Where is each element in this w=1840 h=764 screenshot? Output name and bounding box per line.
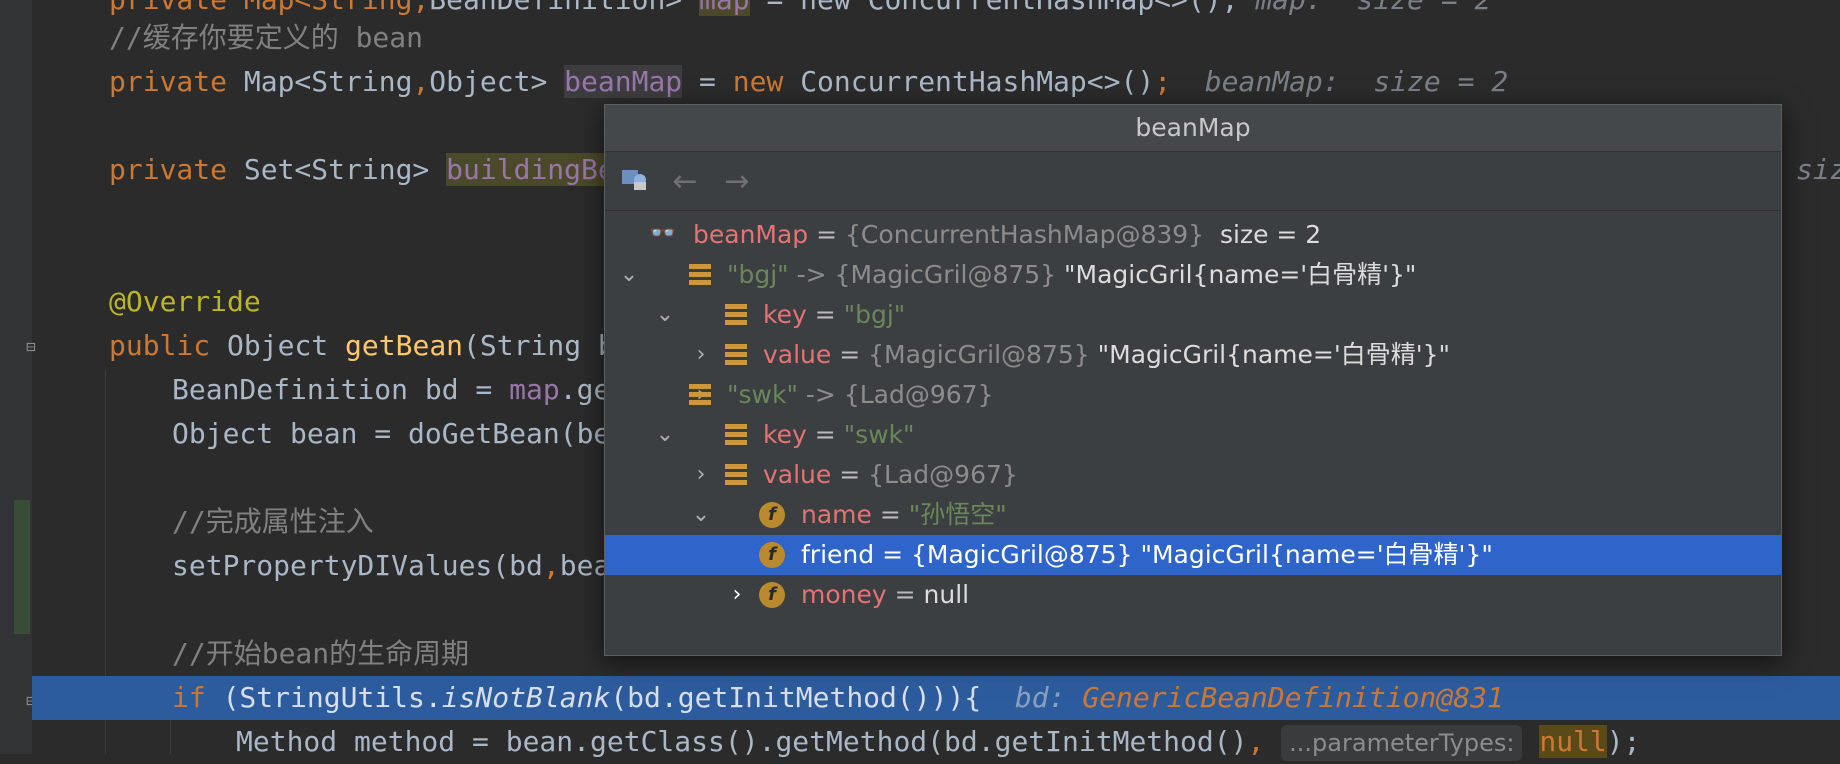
tree-node-field-money[interactable]: f money = null: [605, 575, 1781, 615]
forward-arrow-icon[interactable]: →: [717, 162, 757, 202]
tree-node-beanmap[interactable]: ⌄ 👓 beanMap = {ConcurrentHashMap@839} si…: [605, 215, 1781, 287]
tree-node-field-name[interactable]: › f name = "孙悟空": [605, 495, 1781, 567]
tree-node-entry-swk[interactable]: ⌄ "swk" -> {Lad@967}: [605, 375, 1781, 447]
code-line-method-signature[interactable]: public Object getBean(String be: [109, 324, 632, 368]
field-icon: f: [759, 502, 785, 528]
editor-gutter[interactable]: [0, 0, 32, 754]
back-arrow-icon[interactable]: ←: [665, 162, 705, 202]
tree-node-field-friend-selected[interactable]: › f friend = {MagicGril@875} "MagicGril{…: [605, 535, 1781, 607]
tree-node-value[interactable]: › value = {MagicGril@875} "MagicGril{nam…: [605, 335, 1781, 407]
code-line-comment[interactable]: //缓存你要定义的 bean: [109, 16, 423, 60]
vcs-change-marker[interactable]: [14, 500, 30, 634]
parameter-hint-chip: ...parameterTypes:: [1281, 725, 1523, 761]
navigate-to-icon[interactable]: [615, 162, 655, 202]
tree-node-key[interactable]: › key = "swk": [605, 415, 1781, 487]
debugger-value-popup[interactable]: beanMap ← → ⌄ 👓 beanMap = {ConcurrentHas…: [604, 104, 1782, 656]
code-line[interactable]: private Map<String,Object> beanMap = new…: [109, 60, 1508, 104]
popup-toolbar: ← →: [605, 152, 1781, 211]
code-line-comment[interactable]: //完成属性注入: [172, 500, 374, 544]
code-line-comment[interactable]: //开始bean的生命周期: [172, 632, 469, 676]
field-icon: f: [759, 582, 785, 608]
code-line[interactable]: BeanDefinition bd = map.get: [172, 368, 627, 412]
watch-glasses-icon: 👓: [649, 221, 677, 246]
code-line[interactable]: setPropertyDIValues(bd,bean: [172, 544, 627, 588]
fold-icon[interactable]: ⊟: [22, 338, 40, 356]
code-line-current[interactable]: if (StringUtils.isNotBlank(bd.getInitMet…: [172, 676, 1504, 720]
variables-tree[interactable]: ⌄ 👓 beanMap = {ConcurrentHashMap@839} si…: [605, 211, 1781, 651]
indent-guide-inner: [170, 720, 171, 754]
tree-node-value[interactable]: ⌄ value = {Lad@967}: [605, 455, 1781, 527]
tree-node-key[interactable]: › key = "bgj": [605, 295, 1781, 367]
field-icon: f: [759, 542, 785, 568]
code-line[interactable]: Object bean = doGetBean(bea: [172, 412, 627, 456]
map-entry-icon: [725, 464, 747, 486]
map-entry-icon: [725, 344, 747, 366]
map-entry-icon: [689, 264, 711, 286]
inline-hint-truncated: siz: [1796, 153, 1840, 186]
map-entry-icon: [725, 424, 747, 446]
map-entry-icon: [725, 304, 747, 326]
popup-title[interactable]: beanMap: [605, 105, 1781, 152]
code-line[interactable]: Method method = bean.getClass().getMetho…: [236, 720, 1641, 764]
code-line[interactable]: private Set<String> buildingBea: [109, 148, 632, 192]
tree-node-entry-bgj[interactable]: ⌄ "bgj" -> {MagicGril@875} "MagicGril{na…: [605, 255, 1781, 327]
map-entry-icon: [689, 384, 711, 406]
code-line-annotation[interactable]: @Override: [109, 280, 261, 324]
